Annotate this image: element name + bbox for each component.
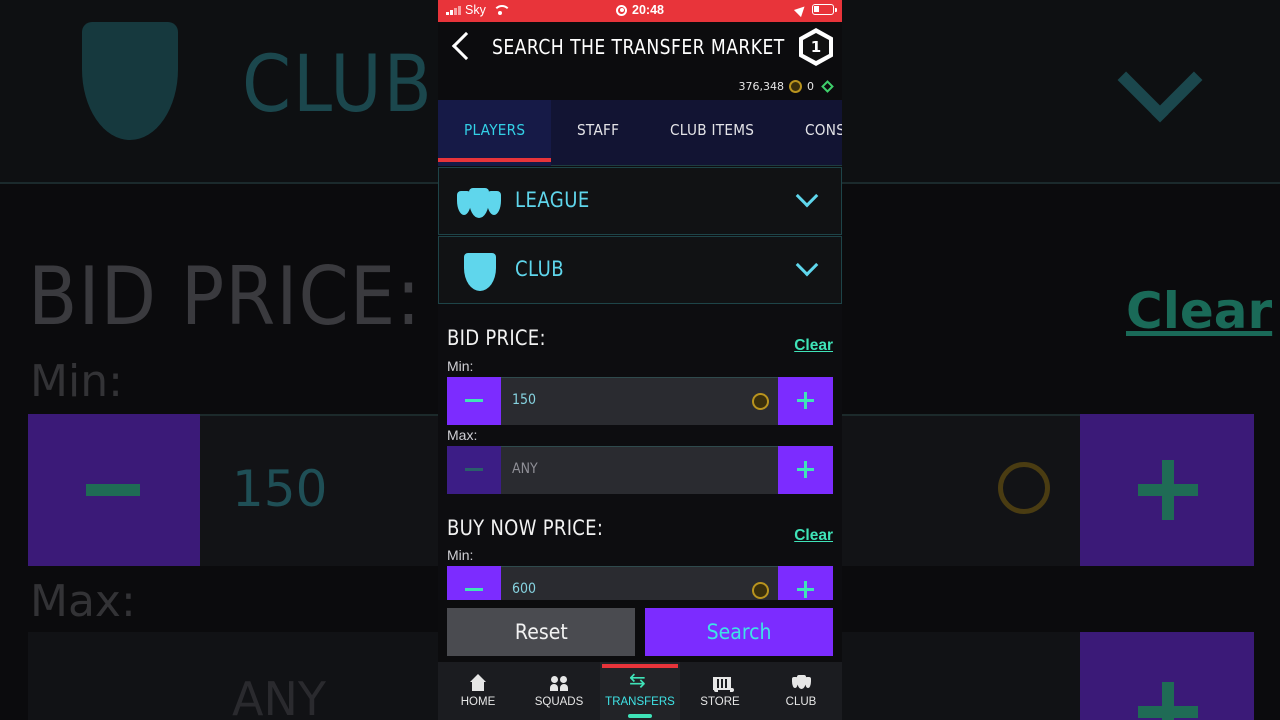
- nav-club[interactable]: CLUB: [761, 662, 841, 720]
- nav-squads[interactable]: SQUADS: [519, 662, 599, 720]
- bid-min-value: 150: [512, 392, 537, 408]
- bid-max-placeholder: ANY: [512, 461, 538, 477]
- nav-squads-label: SQUADS: [534, 696, 584, 708]
- bid-min-increase-button[interactable]: [778, 377, 833, 425]
- backdrop-coin-icon: [998, 462, 1050, 514]
- buy-now-min-value: 600: [512, 581, 537, 597]
- buy-now-min-stepper: 600: [447, 566, 833, 600]
- bid-max-stepper: ANY: [447, 446, 833, 494]
- nav-home[interactable]: HOME: [438, 662, 518, 720]
- tab-active-indicator: [438, 158, 551, 162]
- backdrop-bid-price-label: BID PRICE:: [28, 250, 422, 343]
- points-balance: 0: [807, 80, 814, 93]
- back-arrow-icon[interactable]: [451, 31, 481, 61]
- app-header: SEARCH THE TRANSFER MARKET 1: [438, 22, 842, 74]
- backdrop-minus-icon: [28, 414, 200, 566]
- bid-max-decrease-button[interactable]: [447, 446, 501, 494]
- battery-icon: [812, 4, 837, 15]
- tab-players[interactable]: PLAYERS: [464, 100, 525, 166]
- club-icon: [792, 674, 811, 692]
- backdrop-min-label: Min:: [30, 356, 123, 407]
- reset-button-label: Reset: [514, 620, 568, 644]
- fifa-points-icon: [821, 80, 834, 93]
- backdrop-max-label: Max:: [30, 576, 136, 627]
- club-shield-icon: [464, 253, 496, 291]
- league-filter-label: LEAGUE: [515, 188, 590, 212]
- buy-now-clear-link[interactable]: Clear: [794, 527, 833, 545]
- league-filter[interactable]: LEAGUE: [438, 167, 842, 235]
- status-bar: Sky 20:48: [438, 0, 842, 22]
- search-button-label: Search: [706, 620, 772, 644]
- club-filter-label: CLUB: [515, 257, 565, 281]
- nav-store-label: STORE: [700, 696, 740, 708]
- nav-active-bottom-indicator: [628, 714, 652, 718]
- transfers-icon: [629, 668, 649, 692]
- clock: 20:48: [632, 3, 664, 17]
- tab-club-items[interactable]: CLUB ITEMS: [670, 100, 754, 166]
- buy-now-price-title: BUY NOW PRICE:: [447, 516, 604, 540]
- buy-now-min-increase-button[interactable]: [778, 566, 833, 600]
- home-icon: [469, 674, 487, 692]
- tab-staff[interactable]: STAFF: [577, 100, 619, 166]
- backdrop-club-label: CLUB: [242, 40, 434, 130]
- phone-screen: Sky 20:48 SEARCH THE TRANSFER MARKET 1 3…: [438, 0, 842, 720]
- nav-transfers-label: TRANSFERS: [605, 696, 675, 708]
- squads-icon: [550, 674, 568, 692]
- coin-icon: [789, 80, 802, 93]
- location-icon: [793, 2, 809, 17]
- coin-icon: [752, 582, 769, 599]
- backdrop-max-value: ANY: [232, 672, 326, 720]
- bid-max-label: Max:: [447, 427, 478, 443]
- bid-min-label: Min:: [447, 358, 474, 374]
- bottom-navigation: HOME SQUADS TRANSFERS STORE CLUB: [438, 662, 842, 720]
- buy-now-min-label: Min:: [447, 547, 474, 563]
- coin-balance: 376,348: [738, 80, 785, 93]
- wallet-bar: 376,348 0: [438, 74, 842, 100]
- page-title: SEARCH THE TRANSFER MARKET: [492, 35, 785, 59]
- nav-club-label: CLUB: [785, 696, 817, 708]
- fut-logo-icon: 1: [799, 28, 833, 66]
- fut-logo-text: 1: [803, 33, 829, 61]
- search-button[interactable]: Search: [645, 608, 833, 656]
- backdrop-clear-label: Clear: [1126, 282, 1273, 340]
- nav-store[interactable]: STORE: [680, 662, 760, 720]
- screen-record-icon: [616, 4, 627, 16]
- store-icon: [711, 674, 734, 692]
- bid-min-input[interactable]: 150: [501, 377, 778, 425]
- league-icon: [457, 188, 503, 218]
- backdrop-plus-icon-2: [1080, 632, 1254, 720]
- search-tabs: PLAYERS STAFF CLUB ITEMS CONS: [438, 100, 842, 166]
- chevron-down-icon: [795, 184, 819, 208]
- backdrop-plus-icon: [1080, 414, 1254, 566]
- reset-button[interactable]: Reset: [447, 608, 635, 656]
- bid-max-increase-button[interactable]: [778, 446, 833, 494]
- coin-icon: [752, 393, 769, 410]
- bid-min-decrease-button[interactable]: [447, 377, 501, 425]
- tab-consumables[interactable]: CONS: [805, 100, 842, 166]
- bid-price-clear-link[interactable]: Clear: [794, 337, 833, 355]
- nav-transfers[interactable]: TRANSFERS: [600, 662, 680, 720]
- club-filter[interactable]: CLUB: [438, 236, 842, 304]
- chevron-down-icon: [795, 253, 819, 277]
- bid-price-title: BID PRICE:: [447, 326, 546, 350]
- action-bar: Reset Search: [438, 600, 842, 662]
- bid-max-input[interactable]: ANY: [501, 446, 778, 494]
- buy-now-min-input[interactable]: 600: [501, 566, 778, 600]
- bid-min-stepper: 150: [447, 377, 833, 425]
- backdrop-min-value: 150: [232, 460, 328, 518]
- buy-now-min-decrease-button[interactable]: [447, 566, 501, 600]
- nav-home-label: HOME: [460, 696, 496, 708]
